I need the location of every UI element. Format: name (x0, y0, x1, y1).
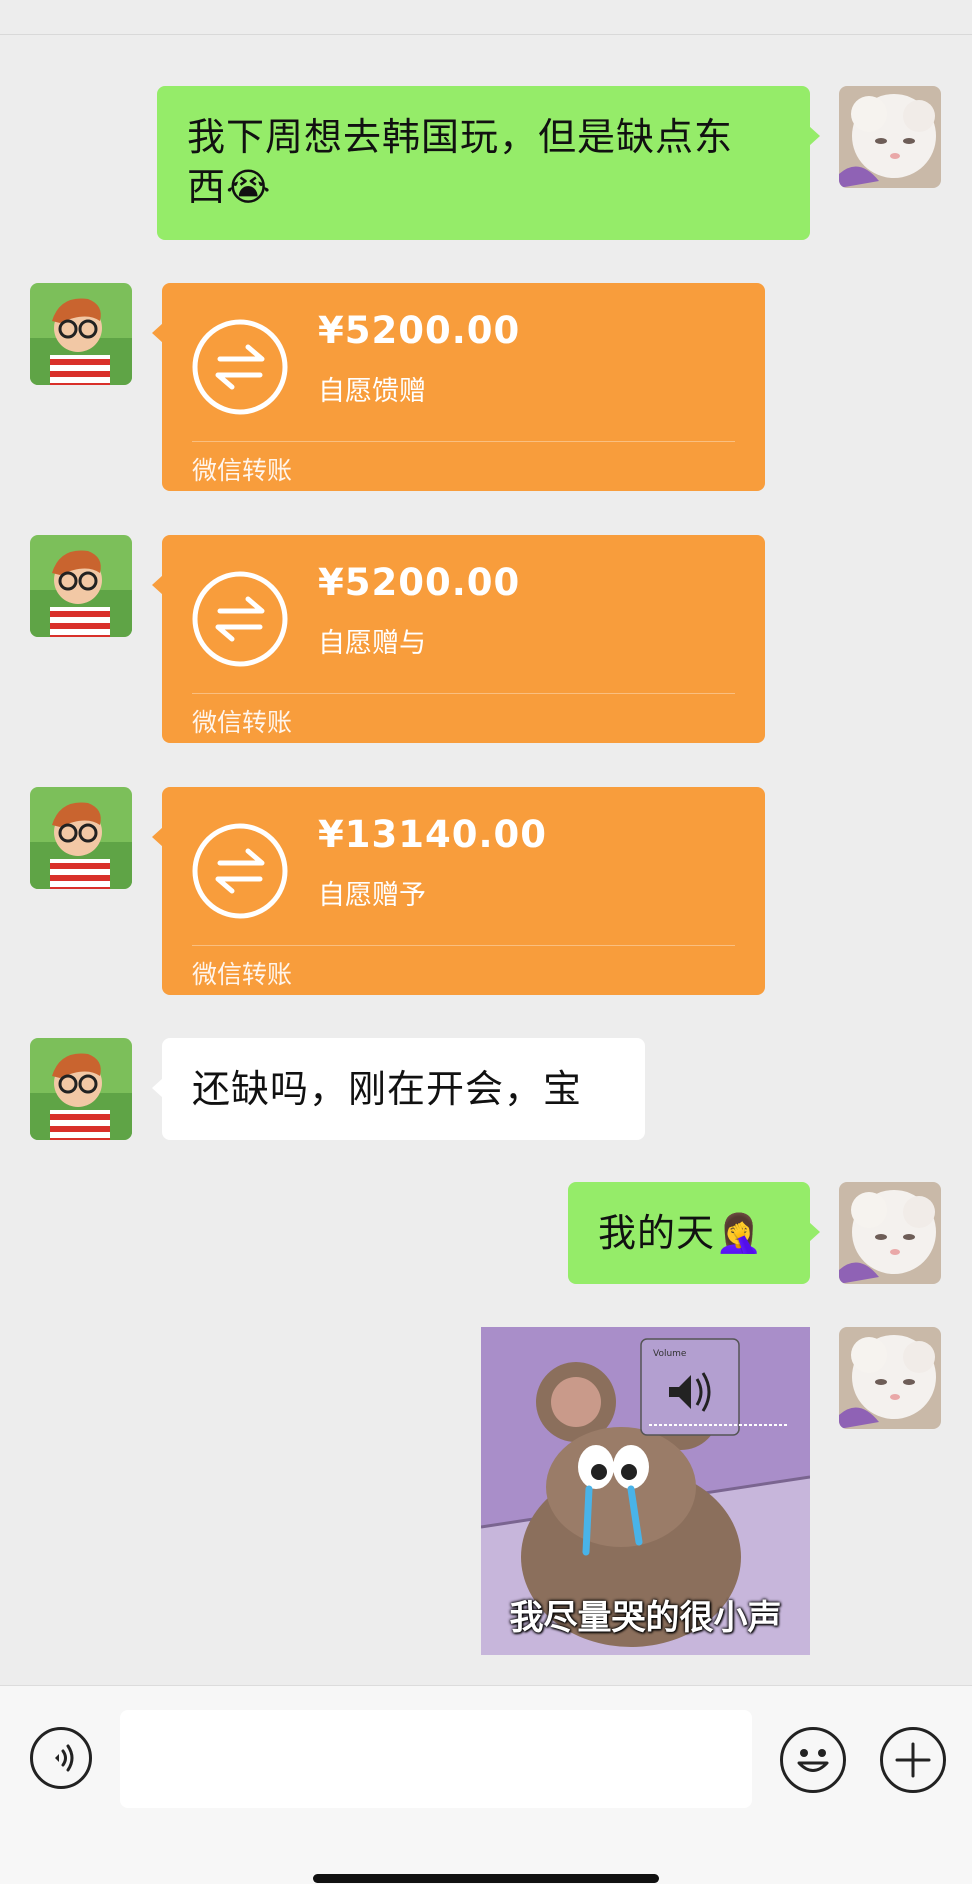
sticker-caption: 我尽量哭的很小声 (509, 1598, 782, 1638)
message-input[interactable] (120, 1710, 752, 1808)
bubble-tail (809, 1222, 820, 1242)
transfer-card[interactable]: ¥5200.00 自愿馈赠 微信转账 (152, 283, 765, 491)
friend-avatar[interactable] (30, 283, 132, 385)
message-text-line2: 西😭 (187, 165, 272, 209)
transfer-source: 微信转账 (192, 708, 293, 737)
message-bubble[interactable]: 我的天🤦‍♀️ (568, 1182, 820, 1284)
message-bubble[interactable]: 我下周想去韩国玩，但是缺点东 西😭 (157, 86, 820, 240)
chat-input-bar (0, 1685, 972, 1884)
plus-button[interactable] (880, 1727, 946, 1793)
bubble-tail (152, 323, 163, 343)
transfer-source: 微信转账 (192, 960, 293, 989)
plus-icon (895, 1742, 931, 1778)
transfer-card[interactable]: ¥13140.00 自愿赠予 微信转账 (152, 787, 765, 995)
self-avatar[interactable] (839, 86, 941, 188)
bubble-tail (152, 575, 163, 595)
transfer-icon (192, 319, 288, 415)
self-avatar[interactable] (839, 1182, 941, 1284)
bubble-tail (152, 1078, 163, 1098)
sticker-image[interactable]: Volume 我尽量哭的很小声 (481, 1327, 810, 1655)
transfer-amount: ¥5200.00 (318, 561, 521, 604)
friend-avatar[interactable] (30, 535, 132, 637)
divider (192, 441, 735, 442)
volume-label: Volume (653, 1349, 687, 1359)
transfer-amount: ¥5200.00 (318, 309, 521, 352)
message-text: 我的天🤦‍♀️ (598, 1211, 764, 1255)
transfer-note: 自愿赠与 (318, 628, 426, 659)
transfer-card[interactable]: ¥5200.00 自愿赠与 微信转账 (152, 535, 765, 743)
friend-avatar[interactable] (30, 1038, 132, 1140)
message-bubble[interactable]: 还缺吗，刚在开会，宝 (152, 1038, 645, 1140)
bubble-tail (809, 126, 820, 146)
message-text-line1: 我下周想去韩国玩，但是缺点东 (187, 115, 734, 159)
emoji-icon (797, 1749, 829, 1772)
transfer-note: 自愿馈赠 (318, 376, 426, 407)
chat-header-edge (0, 0, 972, 35)
message-text: 还缺吗，刚在开会，宝 (192, 1067, 583, 1111)
self-avatar[interactable] (839, 1327, 941, 1429)
friend-avatar[interactable] (30, 787, 132, 889)
divider (192, 945, 735, 946)
emoji-button[interactable] (780, 1727, 846, 1793)
transfer-icon (192, 823, 288, 919)
transfer-amount: ¥13140.00 (318, 813, 548, 856)
transfer-icon (192, 571, 288, 667)
bubble-tail (152, 827, 163, 847)
voice-button[interactable] (30, 1727, 92, 1789)
transfer-note: 自愿赠予 (318, 880, 426, 911)
home-indicator (313, 1874, 659, 1883)
divider (192, 693, 735, 694)
voice-icon (55, 1744, 74, 1772)
transfer-source: 微信转账 (192, 456, 293, 485)
